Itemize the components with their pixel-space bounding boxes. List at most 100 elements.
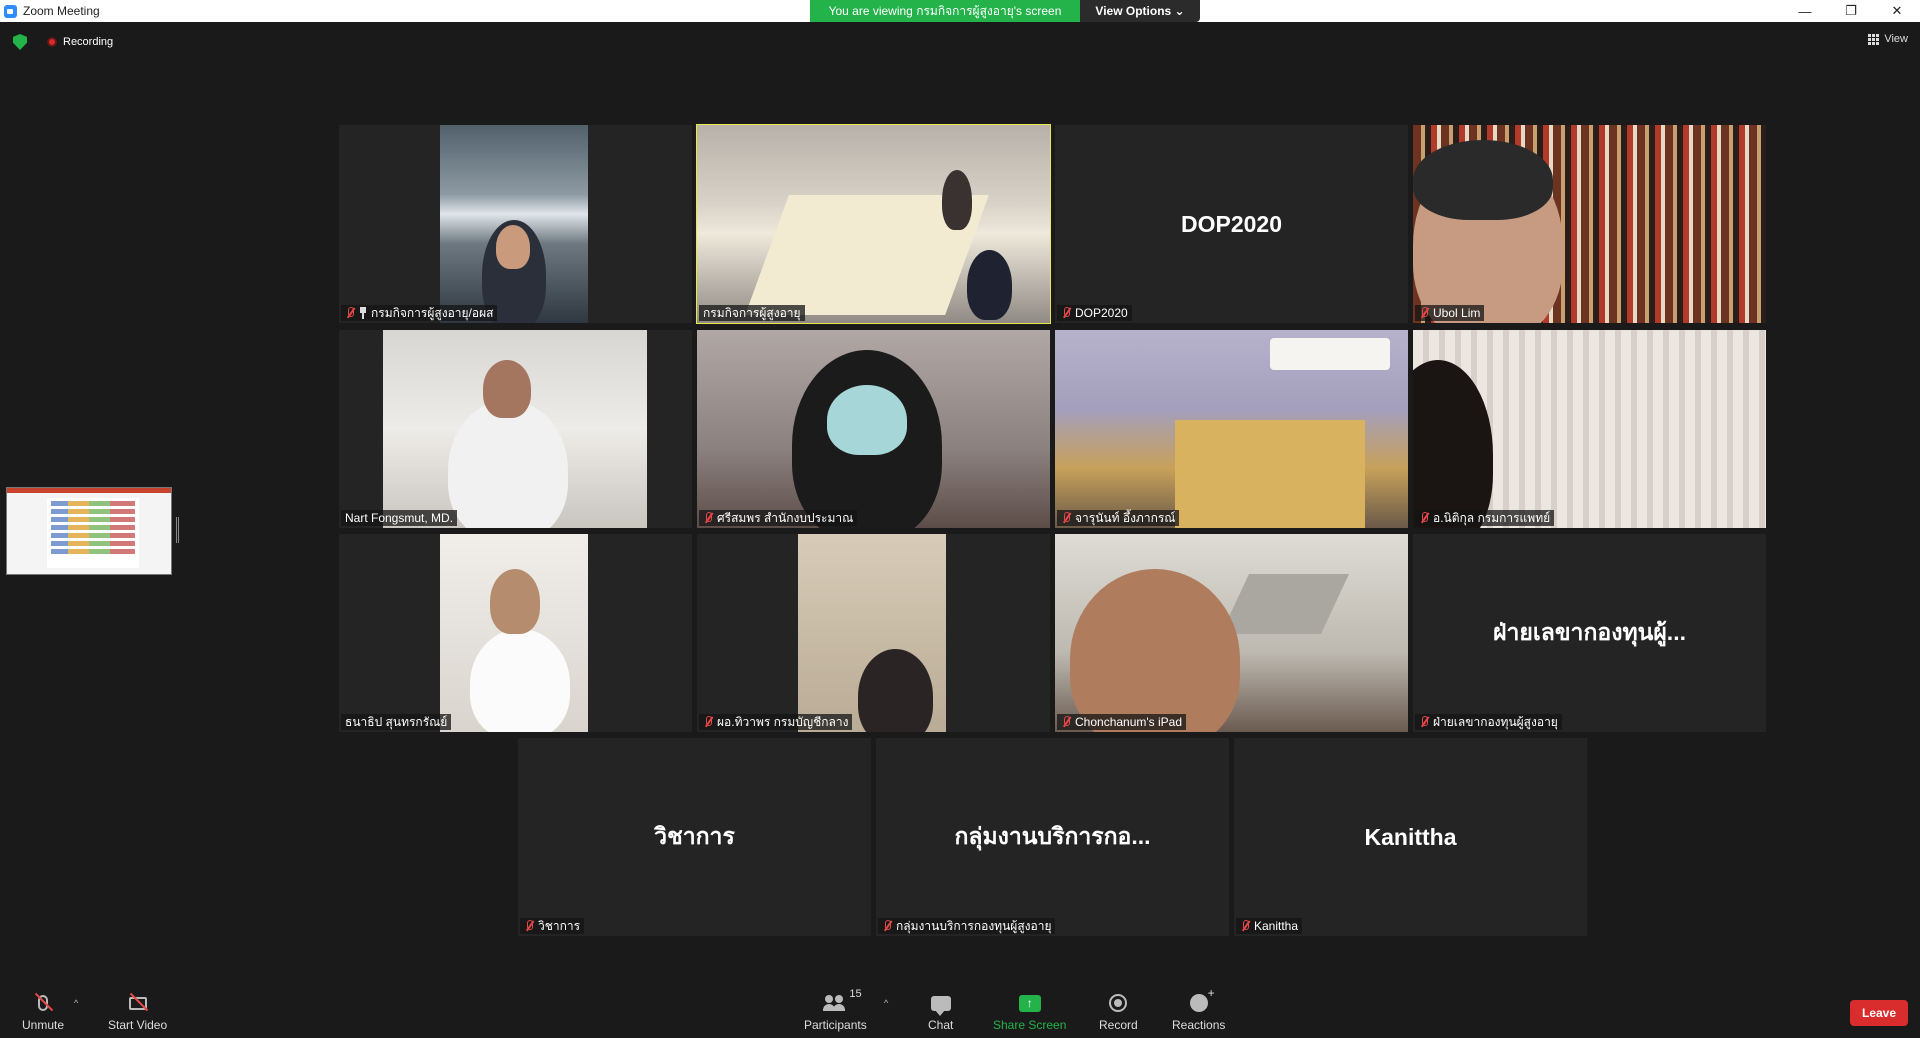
participant-name-label: ศรีสมพร สำนักงบประมาณ xyxy=(699,510,858,526)
air-conditioner xyxy=(1270,338,1390,370)
reaction-smiley-icon xyxy=(1189,986,1215,1014)
reactions-button[interactable]: Reactions xyxy=(1172,986,1225,1032)
leave-button[interactable]: Leave xyxy=(1850,1000,1908,1026)
participant-figure xyxy=(858,649,933,732)
share-screen-icon: ↑ xyxy=(1018,992,1041,1014)
thumbnail-drag-handle[interactable] xyxy=(176,517,179,543)
participant-name-label: ผอ.ทิวาพร กรมบัญชีกลาง xyxy=(699,714,853,730)
meeting-status-row: Recording xyxy=(0,32,113,52)
video-feed xyxy=(798,534,946,732)
video-tile[interactable]: กลุ่มงานบริการกอ... กลุ่มงานบริการกองทุน… xyxy=(876,738,1229,936)
muted-mic-icon xyxy=(524,920,534,932)
participant-figure xyxy=(942,170,972,230)
muted-mic-icon xyxy=(1419,512,1429,524)
audio-options-chevron-icon[interactable]: ^ xyxy=(74,998,78,1008)
participant-name-label: จารุนันท์ อึ้งภากรณ์ xyxy=(1057,510,1180,526)
security-shield-icon[interactable] xyxy=(13,34,27,50)
muted-mic-icon xyxy=(703,716,713,728)
video-feed xyxy=(383,330,647,528)
video-feed xyxy=(1055,330,1408,528)
muted-mic-icon xyxy=(703,512,713,524)
slide-header-bar xyxy=(7,488,171,493)
share-screen-button[interactable]: ↑ Share Screen xyxy=(993,992,1066,1032)
video-tile[interactable]: ผอ.ทิวาพร กรมบัญชีกลาง xyxy=(697,534,1050,732)
video-tile[interactable]: Chonchanum's iPad xyxy=(1055,534,1408,732)
video-tile[interactable]: กรมกิจการผู้สูงอายุ/อผส xyxy=(339,125,692,323)
video-tile[interactable]: Ubol Lim xyxy=(1413,125,1766,323)
viewing-screen-label: You are viewing กรมกิจการผู้สูงอายุ's sc… xyxy=(810,0,1080,22)
window-title: Zoom Meeting xyxy=(23,4,100,18)
minimize-button[interactable]: — xyxy=(1782,0,1828,22)
participant-display-name: DOP2020 xyxy=(1180,210,1282,237)
video-feed xyxy=(1413,125,1766,323)
participant-name-label: Nart Fongsmut, MD. xyxy=(341,510,458,526)
window-controls: — ❐ ✕ xyxy=(1782,0,1920,22)
participant-figure xyxy=(1413,360,1493,528)
recording-label: Recording xyxy=(63,36,114,48)
screen-share-banner: You are viewing กรมกิจการผู้สูงอายุ's sc… xyxy=(810,0,1200,22)
video-feed xyxy=(440,534,588,732)
video-feed xyxy=(440,125,588,323)
zoom-app-icon xyxy=(4,4,17,18)
video-tile[interactable]: อ.นิติกุล กรมการแพทย์ xyxy=(1413,330,1766,528)
video-tile[interactable]: จารุนันท์ อึ้งภากรณ์ xyxy=(1055,330,1408,528)
participant-figure xyxy=(448,400,568,528)
muted-mic-icon xyxy=(1061,307,1071,319)
video-tile[interactable]: Kanittha Kanittha xyxy=(1234,738,1587,936)
participant-name-label: DOP2020 xyxy=(1057,305,1132,321)
muted-mic-icon xyxy=(1419,716,1429,728)
restore-button[interactable]: ❐ xyxy=(1828,0,1874,22)
participant-name-label: กรมกิจการผู้สูงอายุ/อผส xyxy=(341,305,498,321)
view-button[interactable]: View xyxy=(1868,33,1908,45)
participant-name-label: วิชาการ xyxy=(520,918,585,934)
participants-icon: 15 xyxy=(823,988,862,1014)
participant-display-name: Kanittha xyxy=(1364,823,1457,850)
chat-icon xyxy=(930,992,951,1016)
muted-mic-icon xyxy=(345,307,355,319)
gallery-grid-icon xyxy=(1868,33,1880,45)
muted-mic-icon xyxy=(1240,920,1250,932)
recording-dot-icon xyxy=(47,37,57,47)
video-off-icon xyxy=(128,992,148,1014)
participant-name-label: Kanittha xyxy=(1236,918,1303,934)
video-feed xyxy=(697,125,1050,323)
participant-display-name: กลุ่มงานบริการกอ... xyxy=(954,823,1151,849)
participant-name-label: Chonchanum's iPad xyxy=(1057,714,1187,730)
video-tile-active-speaker[interactable]: กรมกิจการผู้สูงอายุ xyxy=(696,124,1051,324)
muted-mic-icon xyxy=(882,920,892,932)
pin-icon xyxy=(359,307,367,319)
participant-name-label: Ubol Lim xyxy=(1415,305,1485,321)
ceiling-vent xyxy=(1221,574,1349,634)
video-tile[interactable]: ศรีสมพร สำนักงบประมาณ xyxy=(697,330,1050,528)
view-label: View xyxy=(1884,33,1908,45)
video-tile[interactable]: วิชาการ วิชาการ xyxy=(518,738,871,936)
slide-preview xyxy=(47,498,139,568)
participant-count: 15 xyxy=(849,988,862,1000)
participants-options-chevron-icon[interactable]: ^ xyxy=(884,998,888,1008)
view-options-button[interactable]: View Options ⌄ xyxy=(1080,0,1200,22)
shrine-shelf xyxy=(1175,420,1365,528)
video-feed xyxy=(697,330,1050,528)
participant-figure xyxy=(470,629,570,732)
participant-name-label: ฝ่ายเลขากองทุนผู้สูงอายุ xyxy=(1415,714,1562,730)
start-video-button[interactable]: Start Video xyxy=(108,992,167,1032)
participant-name-label: ธนาธิป สุนทรกรัณย์ xyxy=(341,714,452,730)
chat-button[interactable]: Chat xyxy=(928,992,953,1032)
participant-display-name: วิชาการ xyxy=(654,823,735,849)
participant-figure xyxy=(1070,569,1240,732)
shared-screen-thumbnail[interactable] xyxy=(6,487,172,575)
video-tile[interactable]: DOP2020 DOP2020 xyxy=(1055,125,1408,323)
participant-name-label: กลุ่มงานบริการกองทุนผู้สูงอายุ xyxy=(878,918,1056,934)
record-button[interactable]: Record xyxy=(1099,992,1138,1032)
participant-name-label: อ.นิติกุล กรมการแพทย์ xyxy=(1415,510,1555,526)
video-tile[interactable]: Nart Fongsmut, MD. xyxy=(339,330,692,528)
meeting-toolbar: Unmute ^ Start Video 15 Participants ^ C… xyxy=(0,978,1920,1038)
video-tile[interactable]: ธนาธิป สุนทรกรัณย์ xyxy=(339,534,692,732)
record-icon xyxy=(1109,992,1128,1014)
participants-button[interactable]: 15 Participants xyxy=(804,988,867,1032)
close-button[interactable]: ✕ xyxy=(1874,0,1920,22)
video-tile[interactable]: ฝ่ายเลขากองทุนผู้... ฝ่ายเลขากองทุนผู้สู… xyxy=(1413,534,1766,732)
muted-mic-icon xyxy=(1061,716,1071,728)
participant-name-label: กรมกิจการผู้สูงอายุ xyxy=(699,305,805,321)
unmute-button[interactable]: Unmute xyxy=(22,992,64,1032)
